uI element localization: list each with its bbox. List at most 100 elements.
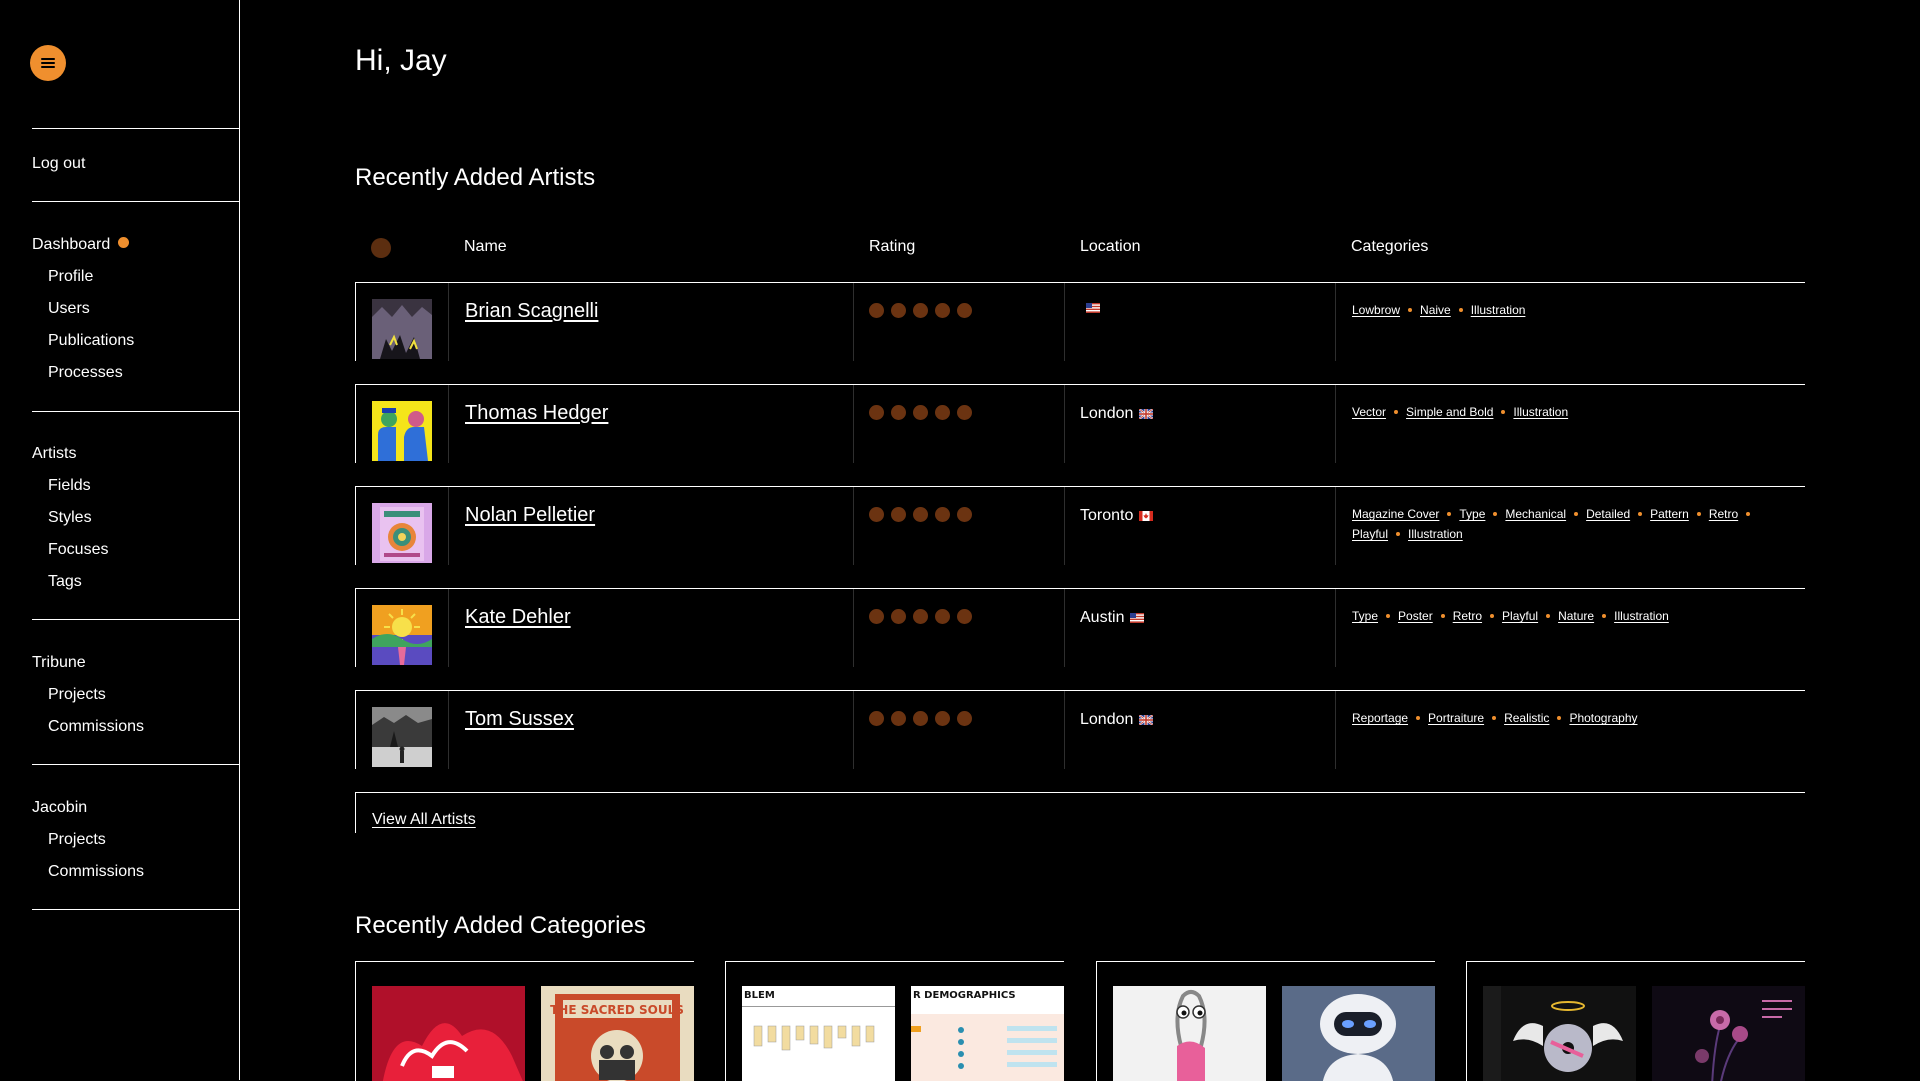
rating-dot-icon — [913, 303, 928, 318]
sidebar-item-tribune-commissions[interactable]: Commissions — [48, 718, 144, 736]
categories-section-title: Recently Added Categories — [355, 912, 646, 939]
artist-name-link[interactable]: Thomas Hedger — [465, 402, 608, 425]
rating-stars[interactable] — [869, 711, 972, 726]
artist-name-link[interactable]: Brian Scagnelli — [465, 300, 598, 323]
column-header-rating: Rating — [869, 238, 916, 255]
category-tag-link[interactable]: Poster — [1398, 609, 1433, 623]
rating-dot-icon — [891, 405, 906, 420]
category-tag-link[interactable]: Playful — [1502, 609, 1538, 623]
hamburger-icon — [41, 58, 55, 68]
rating-dot-icon — [891, 609, 906, 624]
category-tag-link[interactable]: Naive — [1420, 303, 1451, 317]
sidebar-item-label: Dashboard — [32, 236, 111, 253]
view-all-row: View All Artists — [355, 792, 1805, 833]
category-tag-link[interactable]: Retro — [1709, 507, 1738, 521]
view-all-artists-link[interactable]: View All Artists — [372, 811, 476, 829]
rating-dot-icon — [957, 303, 972, 318]
rating-stars[interactable] — [869, 405, 972, 420]
menu-button[interactable] — [30, 45, 66, 81]
artist-thumbnail[interactable] — [372, 401, 432, 461]
sidebar-divider — [32, 201, 239, 202]
sidebar-item-focuses[interactable]: Focuses — [48, 541, 108, 559]
category-card[interactable] — [1466, 961, 1805, 1081]
category-card[interactable]: THE SACRED SOULS — [355, 961, 694, 1081]
category-tag-link[interactable]: Photography — [1569, 711, 1637, 725]
sidebar-item-jacobin[interactable]: Jacobin — [32, 799, 87, 817]
category-tag-link[interactable]: Playful — [1352, 527, 1388, 541]
rating-dot-icon — [913, 711, 928, 726]
category-tag-link[interactable]: Illustration — [1471, 303, 1526, 317]
artist-name-link[interactable]: Tom Sussex — [465, 708, 574, 731]
category-tag-link[interactable]: Nature — [1558, 609, 1594, 623]
sidebar-item-users[interactable]: Users — [48, 300, 90, 318]
svg-text:R DEMOGRAPHICS: R DEMOGRAPHICS — [913, 990, 1016, 1001]
category-preview-image — [1652, 986, 1805, 1081]
artist-location: Toronto — [1080, 507, 1154, 525]
artist-location — [1080, 303, 1100, 313]
artist-thumbnail[interactable] — [372, 605, 432, 665]
category-tag-link[interactable]: Magazine Cover — [1352, 507, 1439, 521]
sidebar-item-artists[interactable]: Artists — [32, 445, 76, 463]
rating-stars[interactable] — [869, 609, 972, 624]
logout-link[interactable]: Log out — [32, 155, 85, 173]
us-flag-icon — [1130, 613, 1145, 623]
artist-location: Austin — [1080, 609, 1145, 627]
category-tag-link[interactable]: Detailed — [1586, 507, 1630, 521]
column-header-location: Location — [1080, 238, 1141, 255]
category-card[interactable] — [1096, 961, 1435, 1081]
rating-dot-icon — [935, 507, 950, 522]
rating-dot-icon — [935, 303, 950, 318]
sidebar-item-dashboard[interactable]: Dashboard — [32, 236, 130, 254]
active-indicator-icon — [118, 237, 130, 248]
category-tag-link[interactable]: Type — [1459, 507, 1485, 521]
sidebar-item-fields[interactable]: Fields — [48, 477, 91, 495]
category-preview-image: BLEM — [742, 986, 895, 1081]
sidebar-item-tribune-projects[interactable]: Projects — [48, 686, 106, 704]
category-tag-link[interactable]: Illustration — [1408, 527, 1463, 541]
category-preview-image — [1282, 986, 1435, 1081]
category-preview-image — [1483, 986, 1636, 1081]
rating-stars[interactable] — [869, 303, 972, 318]
category-tag-link[interactable]: Simple and Bold — [1406, 405, 1493, 419]
category-tag-link[interactable]: Pattern — [1650, 507, 1689, 521]
sidebar-item-processes[interactable]: Processes — [48, 364, 123, 382]
artist-thumbnail[interactable] — [372, 299, 432, 359]
sidebar-item-tags[interactable]: Tags — [48, 573, 82, 591]
table-row: Tom Sussex London Reportage Portraiture Re… — [355, 690, 1805, 769]
sidebar-item-styles[interactable]: Styles — [48, 509, 92, 527]
category-tag-link[interactable]: Illustration — [1513, 405, 1568, 419]
artist-name-link[interactable]: Kate Dehler — [465, 606, 571, 629]
artist-categories: Reportage Portraiture Realistic Photography — [1352, 708, 1772, 728]
sidebar-item-profile[interactable]: Profile — [48, 268, 93, 286]
rating-dot-icon — [913, 405, 928, 420]
category-tag-link[interactable]: Type — [1352, 609, 1378, 623]
sidebar-item-publications[interactable]: Publications — [48, 332, 134, 350]
rating-dot-icon — [957, 711, 972, 726]
rating-dot-icon — [957, 405, 972, 420]
rating-stars[interactable] — [869, 507, 972, 522]
rating-dot-icon — [913, 609, 928, 624]
category-card[interactable]: BLEM R DEMOGRAPHICS — [725, 961, 1064, 1081]
sidebar-item-jacobin-commissions[interactable]: Commissions — [48, 863, 144, 881]
category-tag-link[interactable]: Vector — [1352, 405, 1386, 419]
category-tag-link[interactable]: Illustration — [1614, 609, 1669, 623]
table-row: Brian Scagnelli Lowbrow Naive Illustration — [355, 282, 1805, 361]
artist-name-link[interactable]: Nolan Pelletier — [465, 504, 595, 527]
table-row: Nolan Pelletier Toronto Magazine Cover Ty… — [355, 486, 1805, 565]
artist-categories: Lowbrow Naive Illustration — [1352, 300, 1772, 320]
category-tag-link[interactable]: Reportage — [1352, 711, 1408, 725]
sidebar-item-jacobin-projects[interactable]: Projects — [48, 831, 106, 849]
rating-dot-icon — [891, 711, 906, 726]
sidebar: Log out Dashboard Profile Users Publicat… — [0, 0, 240, 1080]
category-preview-image: THE SACRED SOULS — [541, 986, 694, 1081]
category-tag-link[interactable]: Mechanical — [1505, 507, 1566, 521]
artist-thumbnail[interactable] — [372, 503, 432, 563]
category-tag-link[interactable]: Realistic — [1504, 711, 1549, 725]
sidebar-item-tribune[interactable]: Tribune — [32, 654, 86, 672]
artist-thumbnail[interactable] — [372, 707, 432, 767]
category-tag-link[interactable]: Lowbrow — [1352, 303, 1400, 317]
category-tag-link[interactable]: Portraiture — [1428, 711, 1484, 725]
category-tag-link[interactable]: Retro — [1453, 609, 1482, 623]
select-all-indicator — [371, 238, 391, 258]
artist-location: London — [1080, 405, 1154, 423]
